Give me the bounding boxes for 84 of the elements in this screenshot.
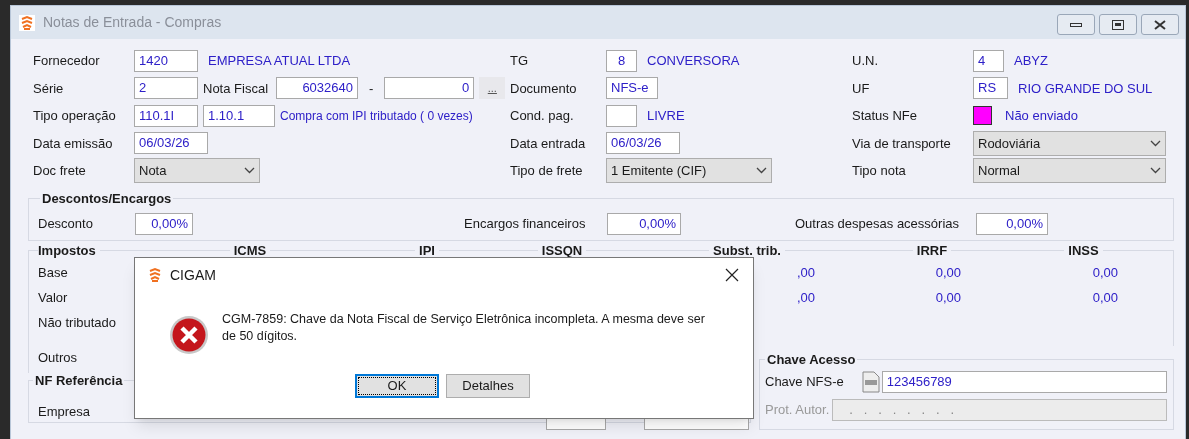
lookup-button[interactable]: ...: [479, 77, 506, 100]
input-field[interactable]: 06/03/26: [134, 132, 208, 155]
field-label: Cond. pag.: [510, 107, 575, 125]
field-label: Série: [33, 79, 65, 98]
field-label: Desconto: [38, 215, 94, 233]
table-cell-text: 0,00: [935, 264, 961, 283]
input-field[interactable]: 0: [384, 77, 475, 100]
field-label: Base: [38, 264, 69, 283]
input-field[interactable]: 8: [606, 49, 637, 72]
field-label: U.N.: [852, 52, 879, 70]
close-icon: [1154, 19, 1166, 30]
field-value: LIVRE: [647, 107, 685, 125]
field-label: Chave NFS-e: [765, 373, 844, 392]
input-field[interactable]: [606, 104, 637, 127]
input-field[interactable]: 0,00%: [135, 212, 193, 235]
table-cell-text: 0,00: [1092, 264, 1118, 283]
dialog-button[interactable]: Detalhes: [446, 374, 530, 398]
field-label: Valor: [38, 289, 69, 308]
field-label: UF: [852, 79, 871, 98]
field-value: ABYZ: [1014, 52, 1048, 70]
table-cell-text: 0,00: [935, 289, 961, 308]
separator-text: -: [369, 79, 374, 98]
field-label: Data emissão: [33, 134, 114, 153]
input-field[interactable]: 0,00%: [976, 212, 1048, 235]
field-label: Outros: [38, 349, 78, 368]
field-value: RIO GRANDE DO SUL: [1018, 79, 1153, 98]
input-field[interactable]: 110.1I: [134, 104, 198, 127]
input-field[interactable]: 6032640: [276, 77, 358, 100]
field-label: Outras despesas acessórias: [795, 215, 961, 233]
input-field[interactable]: RS: [973, 77, 1008, 100]
app-logo-icon: [19, 14, 35, 31]
input-field[interactable]: 0,00%: [607, 212, 681, 235]
field-label: Via de transporte: [852, 134, 952, 153]
error-icon: [169, 315, 209, 355]
input-field[interactable]: 1420: [134, 49, 198, 72]
table-cell-text: ,00: [796, 289, 815, 308]
field-value: Não enviado: [1005, 107, 1078, 125]
field-value: CONVERSORA: [647, 52, 740, 70]
chevron-down-icon: [244, 167, 255, 175]
field-label: Doc frete: [33, 162, 87, 180]
input-field[interactable]: NFS-e: [606, 77, 658, 100]
input-field[interactable]: 1.10.1: [203, 104, 275, 127]
chevron-down-icon: [756, 167, 767, 175]
field-label: Nota Fiscal: [203, 79, 270, 98]
input-field[interactable]: 06/03/26: [606, 132, 680, 155]
field-value: Compra com IPI tributado ( 0 vezes): [280, 107, 473, 125]
dialog-title: CIGAM: [170, 265, 216, 285]
dropdown[interactable]: Rodoviária: [973, 130, 1166, 156]
field-label: Status NFe: [852, 107, 919, 125]
chevron-down-icon: [1150, 139, 1161, 147]
minimize-button[interactable]: [1057, 14, 1095, 35]
input-field[interactable]: 123456789: [881, 371, 1167, 393]
group-title: NF Referência: [34, 371, 124, 390]
field-label: Documento: [510, 79, 578, 98]
error-message: CGM-7859: Chave da Nota Fiscal de Serviço Eletrônica incompleta. A mesma deve ser de 50 dígitos.: [222, 311, 706, 345]
field-label: Empresa: [38, 403, 92, 422]
field-label: Não tributado: [38, 314, 118, 333]
group-title: Chave Acesso: [766, 350, 857, 369]
field-label: Prot. Autor.: [765, 401, 830, 420]
dropdown[interactable]: Normal: [973, 158, 1166, 184]
field-label: Encargos financeiros: [464, 215, 587, 233]
minimize-icon: [1070, 22, 1082, 27]
field-label: TG: [510, 52, 530, 70]
window-title: Notas de Entrada - Compras: [43, 13, 222, 32]
dropdown[interactable]: Nota: [134, 158, 260, 184]
field-label: Tipo operação: [33, 107, 117, 125]
chevron-down-icon: [1150, 167, 1161, 175]
maximize-button[interactable]: [1099, 14, 1137, 35]
dropdown[interactable]: 1 Emitente (CIF): [606, 158, 772, 184]
field-label: Fornecedor: [33, 52, 101, 70]
field-label: Tipo nota: [852, 162, 907, 180]
table-cell-text: ,00: [796, 264, 815, 283]
maximize-icon: [1112, 19, 1124, 30]
group-title: Descontos/Encargos: [41, 189, 173, 208]
input-field[interactable]: 2: [134, 77, 198, 100]
input-field[interactable]: 4: [973, 49, 1004, 72]
field-label: Tipo de frete: [510, 162, 584, 180]
app-logo-icon: [147, 267, 163, 283]
close-icon[interactable]: [725, 268, 739, 282]
close-button[interactable]: [1141, 14, 1179, 35]
table-cell-text: 0,00: [1092, 289, 1118, 308]
field-label: Data entrada: [510, 134, 587, 153]
dialog-button[interactable]: OK: [355, 374, 439, 398]
field-value: EMPRESA ATUAL LTDA: [208, 52, 351, 70]
